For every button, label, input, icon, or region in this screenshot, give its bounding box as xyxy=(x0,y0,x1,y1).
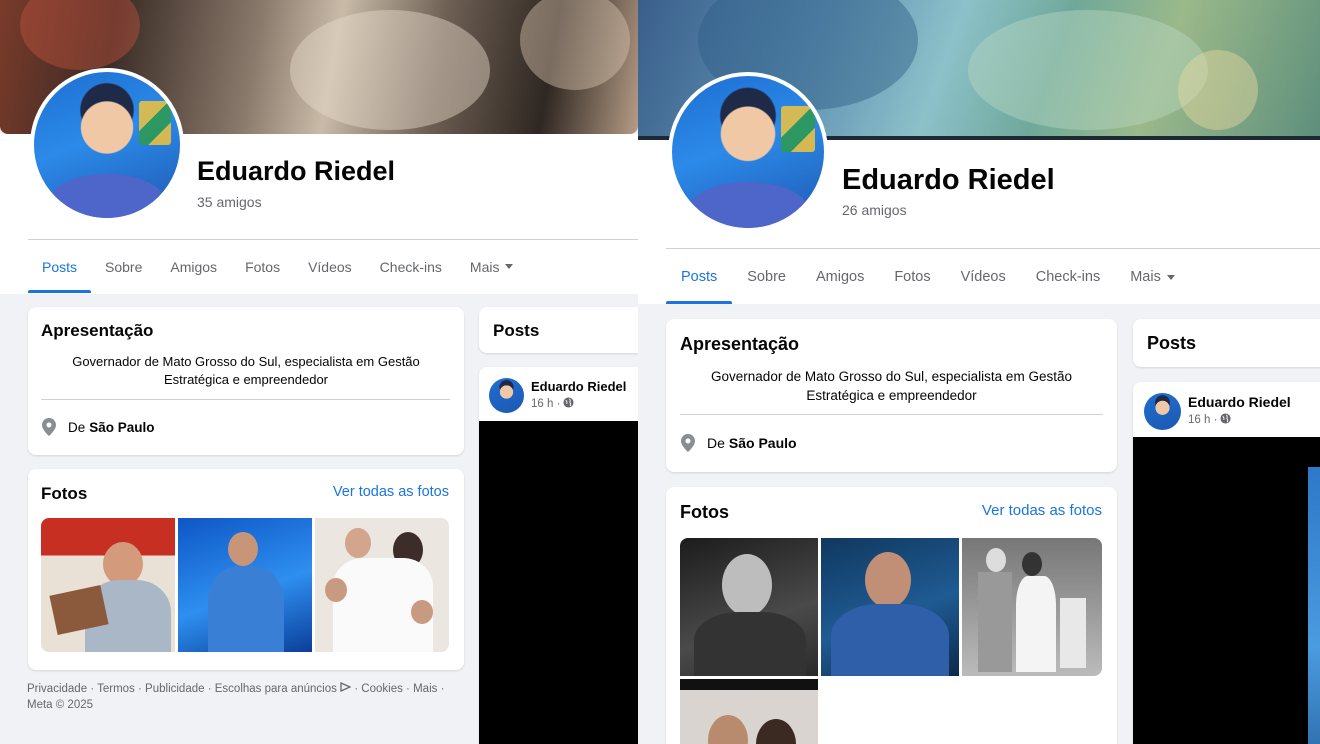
tab-more[interactable]: Mais xyxy=(1115,250,1190,304)
posts-header-card: Posts xyxy=(479,307,638,353)
profile-avatar[interactable] xyxy=(30,68,184,222)
post-author-avatar[interactable] xyxy=(489,378,524,413)
tab-friends[interactable]: Amigos xyxy=(156,240,231,293)
tab-photos[interactable]: Fotos xyxy=(231,240,294,293)
intro-bio-line1: Governador de Mato Grosso do Sul, especi… xyxy=(72,354,420,369)
post-timestamp[interactable]: 16 h · xyxy=(1188,413,1231,427)
tab-videos[interactable]: Vídeos xyxy=(946,250,1021,304)
tab-posts[interactable]: Posts xyxy=(28,240,92,293)
location-prefix: De xyxy=(68,419,86,435)
intro-divider xyxy=(680,414,1103,415)
tab-photos[interactable]: Fotos xyxy=(879,250,945,304)
photo-thumbnail[interactable] xyxy=(821,538,959,676)
posts-header-card: Posts xyxy=(1133,319,1320,367)
location-value[interactable]: São Paulo xyxy=(89,420,154,435)
footer-link-terms[interactable]: Termos xyxy=(97,683,135,695)
tab-friends[interactable]: Amigos xyxy=(801,250,879,304)
post-timestamp[interactable]: 16 h · xyxy=(531,397,574,411)
tab-about[interactable]: Sobre xyxy=(91,240,156,293)
ad-choices-icon xyxy=(340,681,352,695)
intro-bio-line1: Governador de Mato Grosso do Sul, especi… xyxy=(711,369,1072,384)
post-media[interactable] xyxy=(1133,437,1320,744)
tab-more[interactable]: Mais xyxy=(456,240,528,293)
intro-bio-line2: Estratégica e empreendedor xyxy=(806,388,977,403)
location-prefix: De xyxy=(707,435,725,451)
tab-checkins[interactable]: Check-ins xyxy=(1021,250,1115,304)
tab-more-label: Mais xyxy=(1130,269,1161,285)
map-pin-icon xyxy=(681,434,695,452)
tab-more-label: Mais xyxy=(469,258,500,275)
footer-link-privacy[interactable]: Privacidade xyxy=(27,683,87,695)
post-author-name[interactable]: Eduardo Riedel xyxy=(1188,394,1291,410)
tab-videos[interactable]: Vídeos xyxy=(294,240,366,293)
photo-thumbnail[interactable] xyxy=(41,518,175,652)
profile-screenshot-left: Eduardo Riedel 35 amigos Posts Sobre Ami… xyxy=(0,0,638,744)
post-card: Eduardo Riedel 16 h · xyxy=(1133,382,1320,744)
location-value[interactable]: São Paulo xyxy=(729,435,797,451)
photo-thumbnail[interactable] xyxy=(178,518,312,652)
footer-link-more[interactable]: Mais xyxy=(413,683,437,695)
photos-card: Fotos Ver todas as fotos xyxy=(28,469,464,670)
see-all-photos-link[interactable]: Ver todas as fotos xyxy=(982,502,1102,519)
location-row: De São Paulo xyxy=(681,434,797,452)
profile-name: Eduardo Riedel xyxy=(197,156,396,186)
location-row: De São Paulo xyxy=(42,418,155,436)
page-footer: Privacidade · Termos · Publicidade · Esc… xyxy=(27,681,457,713)
photo-thumbnail[interactable] xyxy=(680,679,818,744)
photo-thumbnail[interactable] xyxy=(680,538,818,676)
post-author-avatar[interactable] xyxy=(1144,393,1181,430)
photo-thumbnail[interactable] xyxy=(315,518,449,652)
intro-bio: Governador de Mato Grosso do Sul, especi… xyxy=(680,367,1103,405)
intro-bio: Governador de Mato Grosso do Sul, especi… xyxy=(42,353,450,389)
tab-posts[interactable]: Posts xyxy=(666,250,733,304)
posts-title: Posts xyxy=(493,321,540,340)
post-media[interactable] xyxy=(479,421,638,744)
friends-count[interactable]: 26 amigos xyxy=(842,202,907,218)
post-time-label: 16 h · xyxy=(1188,414,1218,426)
profile-tabs: Posts Sobre Amigos Fotos Vídeos Check-in… xyxy=(28,240,527,293)
post-card: Eduardo Riedel 16 h · xyxy=(479,367,638,744)
caret-down-icon xyxy=(1166,274,1175,280)
intro-divider xyxy=(41,399,450,400)
footer-copyright: Meta © 2025 xyxy=(27,699,94,711)
photos-title: Fotos xyxy=(680,502,729,522)
intro-card: Apresentação Governador de Mato Grosso d… xyxy=(28,307,464,455)
header-divider xyxy=(666,248,1320,249)
profile-avatar[interactable] xyxy=(668,72,828,232)
profile-tabs: Posts Sobre Amigos Fotos Vídeos Check-in… xyxy=(666,250,1190,304)
footer-link-cookies[interactable]: Cookies xyxy=(361,683,403,695)
profile-screenshot-right: Eduardo Riedel 26 amigos Posts Sobre Ami… xyxy=(638,0,1320,744)
profile-name: Eduardo Riedel xyxy=(842,164,1055,196)
footer-link-ad-choices[interactable]: Escolhas para anúncios xyxy=(215,683,337,695)
intro-card: Apresentação Governador de Mato Grosso d… xyxy=(666,319,1117,472)
footer-links: Privacidade · Termos · Publicidade · Esc… xyxy=(27,681,445,695)
globe-icon xyxy=(1220,413,1231,427)
post-author-name[interactable]: Eduardo Riedel xyxy=(531,379,626,394)
globe-icon xyxy=(563,397,574,411)
tab-checkins[interactable]: Check-ins xyxy=(366,240,456,293)
caret-down-icon xyxy=(505,264,514,269)
tab-about[interactable]: Sobre xyxy=(732,250,801,304)
friends-count[interactable]: 35 amigos xyxy=(197,194,262,210)
intro-title: Apresentação xyxy=(680,334,800,354)
footer-link-ads[interactable]: Publicidade xyxy=(145,683,204,695)
photos-card: Fotos Ver todas as fotos xyxy=(666,487,1117,744)
intro-bio-line2: Estratégica e empreendedor xyxy=(163,372,329,387)
map-pin-icon xyxy=(42,418,56,436)
photo-thumbnail[interactable] xyxy=(962,538,1102,676)
intro-title: Apresentação xyxy=(41,321,154,340)
see-all-photos-link[interactable]: Ver todas as fotos xyxy=(333,484,449,500)
post-time-label: 16 h · xyxy=(531,398,561,410)
photos-title: Fotos xyxy=(41,484,88,503)
posts-title: Posts xyxy=(1147,333,1197,353)
